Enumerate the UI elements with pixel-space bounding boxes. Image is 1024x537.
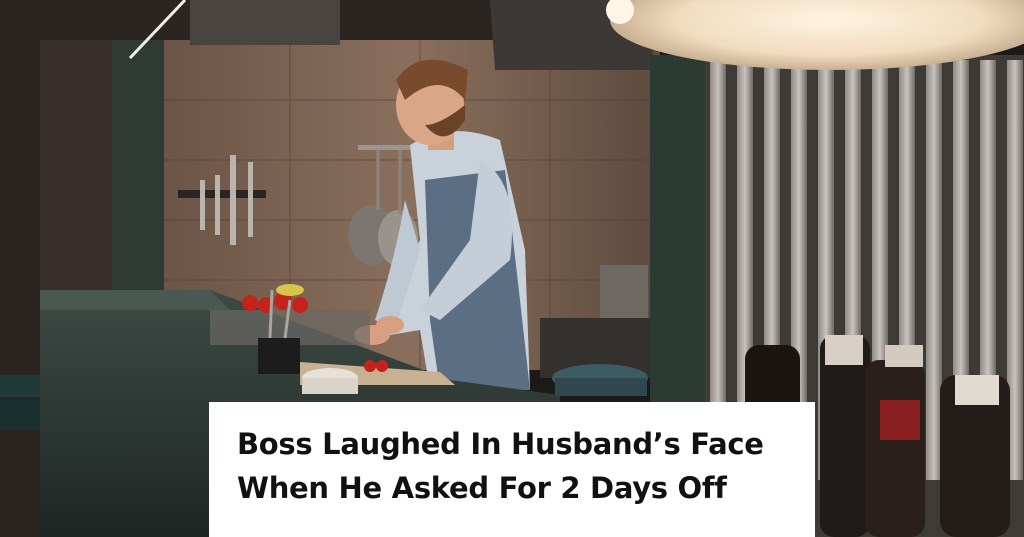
headline-line-1: Boss Laughed In Husband’s Face	[237, 427, 764, 461]
stove-equipment	[600, 265, 648, 320]
headline-line-2: When He Asked For 2 Days Off	[237, 471, 727, 505]
headline-caption-box: Boss Laughed In Husband’s Face When He A…	[209, 402, 815, 537]
stool	[0, 375, 40, 397]
green-pillar-right	[650, 55, 710, 455]
article-hero-image: Boss Laughed In Husband’s Face When He A…	[0, 0, 1024, 537]
utensil-holder	[258, 338, 300, 374]
